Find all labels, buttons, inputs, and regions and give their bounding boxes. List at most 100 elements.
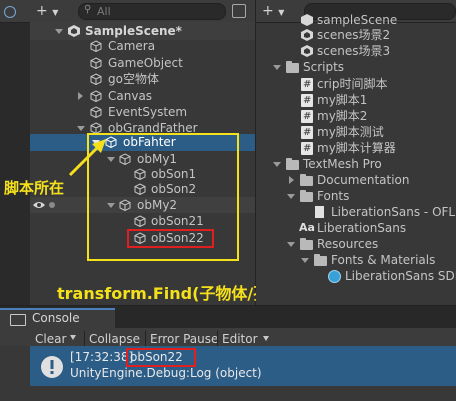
hierarchy-item-label: go空物体 xyxy=(108,72,159,86)
search-icon: ⚲ xyxy=(84,4,92,15)
hierarchy-item-label: EventSystem xyxy=(108,105,188,119)
project-folder-fonts[interactable]: Fonts xyxy=(256,188,456,204)
unity-scene-icon xyxy=(301,45,313,57)
gameobject-icon xyxy=(90,57,102,69)
project-item-script[interactable]: my脚本1 xyxy=(256,92,456,109)
project-item-label: sampleScene xyxy=(317,13,398,27)
project-item-label: TextMesh Pro xyxy=(303,157,382,171)
script-icon xyxy=(301,93,313,109)
project-item-scene-partial[interactable]: sampleScene xyxy=(256,12,456,28)
scene-view-edge xyxy=(0,0,30,305)
search-filter-icon[interactable] xyxy=(232,4,246,18)
scene-view-icon[interactable] xyxy=(4,6,16,18)
project-item-label: my脚本2 xyxy=(317,109,368,123)
project-item-label: Documentation xyxy=(317,173,410,187)
search-placeholder: All xyxy=(97,5,111,18)
script-icon xyxy=(301,141,313,157)
script-icon xyxy=(301,109,313,125)
project-item-label: crip时间脚本 xyxy=(317,77,388,91)
hierarchy-item-eventsystem[interactable]: EventSystem xyxy=(30,104,255,120)
collapse-arrow-icon[interactable] xyxy=(273,65,281,70)
folder-icon xyxy=(286,61,299,73)
folder-icon xyxy=(300,190,313,202)
project-item-label: my脚本测试 xyxy=(317,125,384,139)
project-item-script[interactable]: crip时间脚本 xyxy=(256,76,456,93)
hierarchy-toolbar: + ▼ ⚲ All xyxy=(30,0,255,23)
toolbar-divider xyxy=(84,331,85,347)
project-folder-documentation[interactable]: Documentation xyxy=(256,172,456,188)
collapse-arrow-icon[interactable] xyxy=(77,126,85,131)
folder-icon xyxy=(286,158,299,170)
project-item-script[interactable]: my脚本测试 xyxy=(256,124,456,141)
project-item-label: Resources xyxy=(317,237,379,251)
collapse-arrow-icon[interactable] xyxy=(287,194,295,199)
project-item-font-license[interactable]: LiberationSans - OFL xyxy=(256,204,456,220)
project-item-label: my脚本计算器 xyxy=(317,141,396,155)
hierarchy-item-gameobject[interactable]: GameObject xyxy=(30,55,255,71)
project-item-scene2[interactable]: scenes场景2 xyxy=(256,27,456,43)
collapse-arrow-icon[interactable] xyxy=(55,29,63,34)
project-item-label: my脚本1 xyxy=(317,93,368,107)
pointer-arrow-icon xyxy=(68,139,106,177)
folder-icon xyxy=(300,174,313,186)
project-item-label: LiberationSans SDF xyxy=(345,269,456,283)
gameobject-icon xyxy=(90,40,102,52)
clear-dropdown-icon[interactable] xyxy=(70,335,76,340)
eye-icon[interactable] xyxy=(32,200,46,210)
red-highlight-box xyxy=(127,229,214,248)
project-folder-resources[interactable]: Resources xyxy=(256,236,456,252)
hierarchy-item-label: Canvas xyxy=(108,89,153,103)
project-item-label: scenes场景3 xyxy=(317,44,391,58)
project-folder-fonts-materials[interactable]: Fonts & Materials xyxy=(256,252,456,268)
collapse-arrow-icon[interactable] xyxy=(287,242,295,247)
unity-scene-icon xyxy=(301,14,313,26)
log-entry[interactable]: [17:32:38] obSon22 UnityEngine.Debug:Log… xyxy=(30,346,456,386)
unity-scene-icon xyxy=(301,29,313,41)
search-input[interactable]: ⚲ All xyxy=(78,3,226,20)
scene-view-toolbar xyxy=(0,0,30,23)
project-folder-textmeshpro[interactable]: TextMesh Pro xyxy=(256,156,456,172)
script-location-annotation: 脚本所在 xyxy=(4,179,65,197)
pickable-icon[interactable] xyxy=(49,202,55,208)
document-icon xyxy=(315,206,324,218)
collapse-arrow-icon[interactable] xyxy=(273,162,281,167)
project-item-label: Scripts xyxy=(303,60,345,74)
collapse-arrow-icon[interactable] xyxy=(301,258,309,263)
console-tab[interactable]: Console xyxy=(0,308,115,328)
project-item-font[interactable]: Aa LiberationSans xyxy=(256,220,456,236)
script-icon xyxy=(301,77,313,93)
project-item-scene3[interactable]: scenes场景3 xyxy=(256,43,456,59)
project-item-label: Fonts xyxy=(317,189,350,203)
info-icon xyxy=(41,356,63,378)
expand-arrow-icon[interactable] xyxy=(289,176,294,184)
project-item-script[interactable]: my脚本2 xyxy=(256,108,456,125)
log-message-highlight xyxy=(126,348,196,367)
add-button-label: + xyxy=(36,3,48,19)
gameobject-icon xyxy=(90,106,102,118)
folder-icon xyxy=(300,238,313,250)
unity-logo-icon xyxy=(68,25,80,37)
project-item-script[interactable]: my脚本计算器 xyxy=(256,140,456,157)
scene-name: SampleScene* xyxy=(85,24,182,38)
add-button[interactable]: + ▼ xyxy=(36,2,58,20)
chevron-down-icon: ▼ xyxy=(52,8,59,17)
hierarchy-item-go[interactable]: go空物体 xyxy=(30,71,255,87)
project-panel: + ▼ sampleScene scenes场景2 scenes场景3 Scri… xyxy=(256,0,456,305)
gameobject-icon xyxy=(90,73,102,85)
hierarchy-item-canvas[interactable]: Canvas xyxy=(30,88,255,104)
hierarchy-item-camera[interactable]: Camera xyxy=(30,38,255,54)
project-item-label: scenes场景2 xyxy=(317,28,391,42)
console-tab-label: Console xyxy=(32,311,80,325)
console-gutter xyxy=(0,346,30,386)
project-folder-scripts[interactable]: Scripts xyxy=(256,59,456,75)
project-item-sdf[interactable]: LiberationSans SDF xyxy=(256,268,456,284)
project-item-label: LiberationSans - OFL xyxy=(331,205,456,219)
hierarchy-item-label: Camera xyxy=(108,39,156,53)
console-tab-bar: Console xyxy=(0,306,456,328)
project-item-label: Fonts & Materials xyxy=(331,253,436,267)
expand-arrow-icon[interactable] xyxy=(78,92,83,100)
font-icon: Aa xyxy=(299,221,315,234)
log-timestamp: [17:32:38] xyxy=(70,350,134,364)
hierarchy-item-label: GameObject xyxy=(108,56,183,70)
folder-icon xyxy=(314,254,327,266)
